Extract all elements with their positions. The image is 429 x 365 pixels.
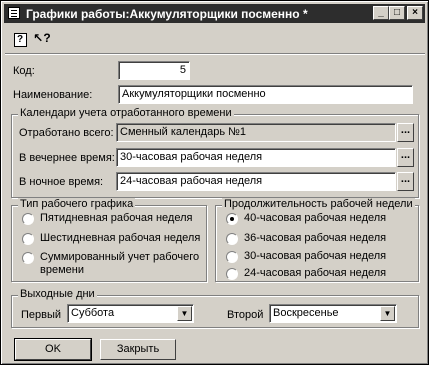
radio-circle — [22, 252, 34, 264]
second-day-label: Второй — [227, 309, 264, 321]
help-icon-glyph: ? — [13, 33, 27, 47]
code-input[interactable]: 5 — [118, 61, 190, 80]
second-day-value: Воскресенье — [273, 307, 339, 319]
toolbar-separator — [5, 53, 425, 55]
code-label: Код: — [13, 65, 35, 77]
maximize-button[interactable]: □ — [389, 6, 405, 20]
calendar-evening-select-button[interactable]: ... — [397, 148, 414, 167]
calendar-total-select-button[interactable]: ... — [397, 123, 414, 142]
radio-circle — [226, 233, 238, 245]
radio-circle-selected — [226, 213, 238, 225]
radio-label-continuation: времени — [40, 264, 84, 276]
ok-button[interactable]: OK — [14, 338, 92, 361]
radio-circle — [22, 213, 34, 225]
radio-label: Шестидневная рабочая неделя — [40, 232, 201, 244]
schedule-window: Графики работы:Аккумуляторщики посменно … — [0, 0, 429, 365]
whatsthis-icon[interactable]: ↖? — [33, 30, 51, 47]
radio-label: Суммированный учет рабочего — [40, 251, 200, 263]
radio-label: Пятидневная рабочая неделя — [40, 212, 193, 224]
radio-label: 24-часовая рабочая неделя — [244, 267, 387, 279]
first-day-select[interactable]: Суббота ▼ — [67, 304, 194, 323]
radio-label: 36-часовая рабочая неделя — [244, 232, 387, 244]
calendar-total-label: Отработано всего: — [19, 127, 114, 139]
first-day-value: Суббота — [71, 307, 115, 319]
name-label: Наименование: — [13, 89, 93, 101]
radio-circle — [22, 233, 34, 245]
chevron-down-icon[interactable]: ▼ — [177, 306, 192, 321]
first-day-label: Первый — [21, 309, 62, 321]
title-bar[interactable]: Графики работы:Аккумуляторщики посменно … — [4, 4, 425, 23]
radio-circle — [226, 251, 238, 263]
calendar-evening-label: В вечернее время: — [19, 152, 115, 164]
close-button[interactable]: Закрыть — [100, 339, 176, 360]
days-off-group-title: Выходные дни — [18, 288, 97, 300]
help-icon[interactable]: ? — [11, 30, 29, 47]
radio-label: 40-часовая рабочая неделя — [244, 212, 387, 224]
window-title: Графики работы:Аккумуляторщики посменно … — [26, 7, 308, 21]
minimize-button[interactable]: _ — [373, 6, 389, 20]
close-window-button[interactable]: × — [407, 6, 423, 20]
second-day-select[interactable]: Воскресенье ▼ — [269, 304, 397, 323]
chevron-down-icon[interactable]: ▼ — [380, 306, 395, 321]
name-input[interactable]: Аккумуляторщики посменно — [118, 85, 413, 104]
radio-circle — [226, 268, 238, 280]
schedule-type-group-title: Тип рабочего графика — [18, 198, 136, 210]
calendar-evening-field[interactable]: 30-часовая рабочая неделя — [116, 148, 396, 167]
calendar-total-field[interactable]: Сменный календарь №1 — [116, 123, 396, 142]
calendar-night-select-button[interactable]: ... — [397, 172, 414, 191]
calendars-group-title: Календари учета отработанного времени — [18, 107, 234, 119]
calendar-night-field[interactable]: 24-часовая рабочая неделя — [116, 172, 396, 191]
calendar-night-label: В ночное время: — [19, 176, 104, 188]
document-icon — [8, 7, 20, 19]
week-length-group-title: Продолжительность рабочей недели — [222, 198, 415, 210]
radio-label: 30-часовая рабочая неделя — [244, 250, 387, 262]
